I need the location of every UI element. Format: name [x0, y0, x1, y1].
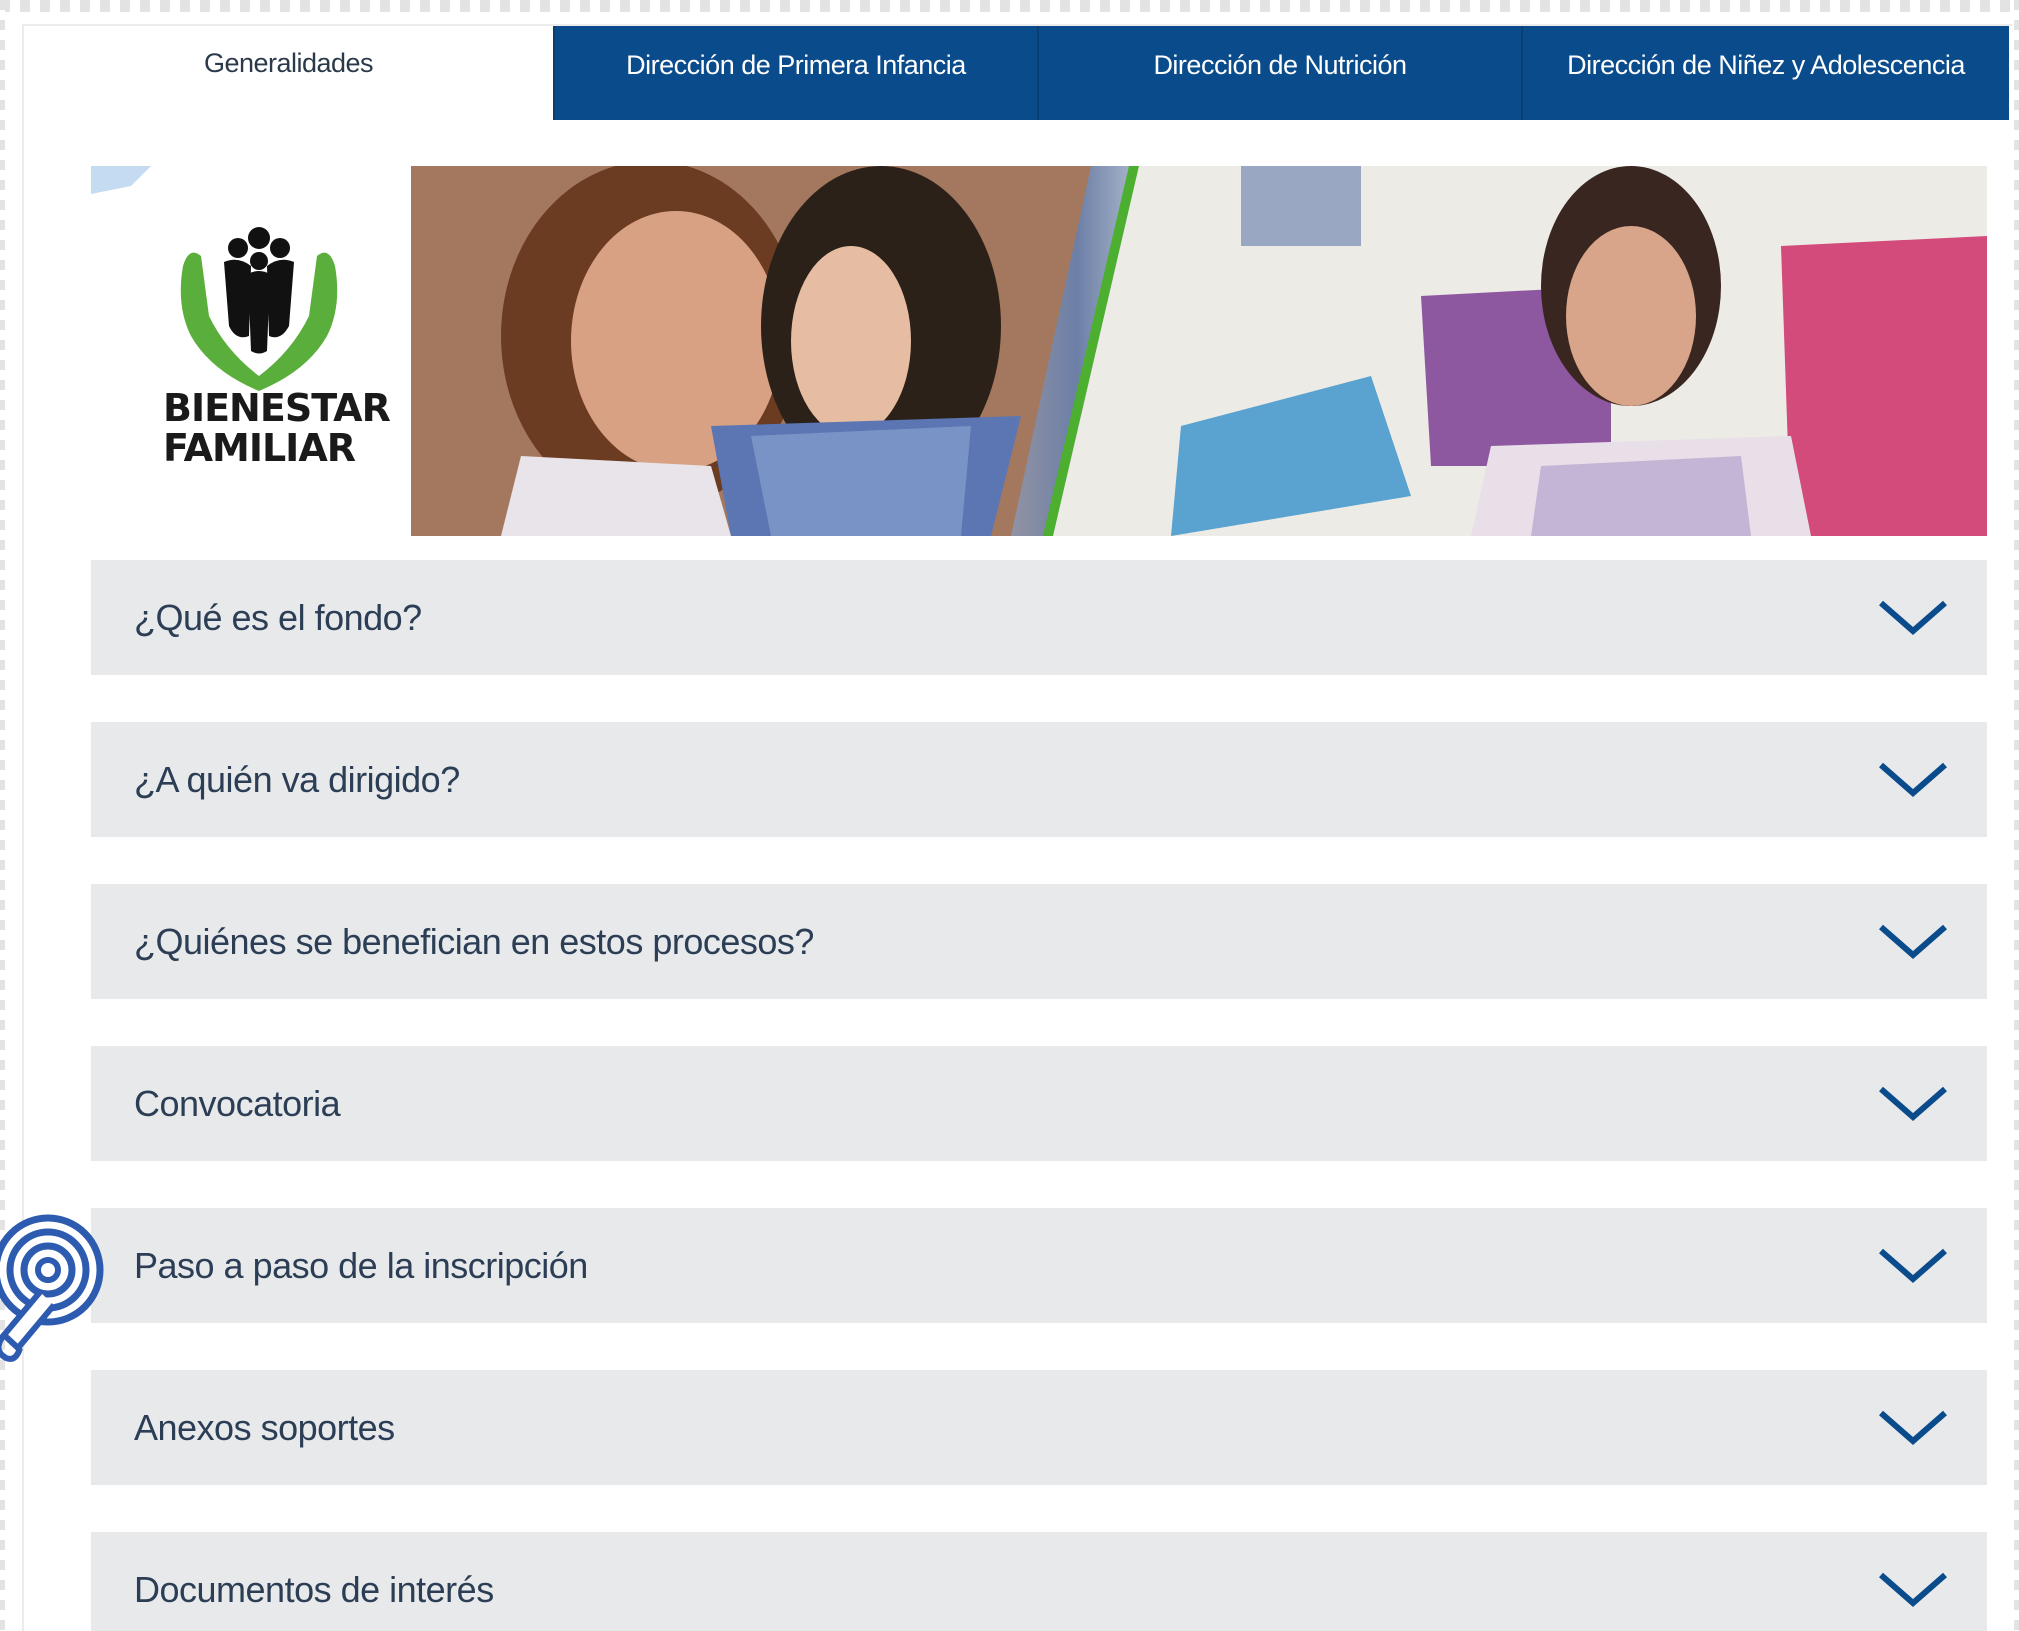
accordion-item-label: Documentos de interés — [134, 1569, 494, 1610]
chevron-down-icon — [1879, 1248, 1947, 1283]
accordion-item-convocatoria[interactable]: Convocatoria — [91, 1046, 1987, 1161]
chevron-down-icon — [1879, 1410, 1947, 1445]
hearing-assist-icon[interactable] — [0, 1200, 110, 1380]
accordion-item-label: ¿A quién va dirigido? — [134, 759, 460, 800]
page-left-border — [0, 0, 5, 1631]
page-top-border — [0, 0, 2019, 12]
accordion-item-quienes-se-benefician[interactable]: ¿Quiénes se benefician en estos procesos… — [91, 884, 1987, 999]
chevron-down-icon — [1879, 924, 1947, 959]
tab-label: Dirección de Nutrición — [1153, 50, 1407, 80]
logo-wordmark: BIENESTAR FAMILIAR — [163, 386, 391, 470]
logo-line-1: BIENESTAR — [163, 386, 391, 430]
accordion-item-label: Anexos soportes — [134, 1407, 395, 1448]
tab-label: Dirección de Niñez y Adolescencia — [1567, 50, 1965, 80]
chevron-down-icon — [1879, 1572, 1947, 1607]
tab-label: Dirección de Primera Infancia — [626, 50, 966, 80]
accordion-item-documentos-de-interes[interactable]: Documentos de interés — [91, 1532, 1987, 1631]
chevron-down-icon — [1879, 1086, 1947, 1121]
logo-line-2: FAMILIAR — [163, 426, 356, 470]
accordion-item-label: Convocatoria — [134, 1083, 341, 1124]
chevron-down-icon — [1879, 762, 1947, 797]
accordion-item-que-es-el-fondo[interactable]: ¿Qué es el fondo? — [91, 560, 1987, 675]
accordion-item-label: Paso a paso de la inscripción — [134, 1245, 588, 1286]
bienestar-familiar-logo: BIENESTAR FAMILIAR — [91, 166, 411, 536]
page-right-border — [2014, 0, 2019, 1631]
banner-image: BIENESTAR FAMILIAR — [91, 166, 1987, 536]
tab-ninez-adolescencia[interactable]: Dirección de Niñez y Adolescencia — [1521, 26, 2009, 120]
accordion-item-paso-a-paso[interactable]: Paso a paso de la inscripción — [91, 1208, 1987, 1323]
tab-label: Generalidades — [203, 48, 374, 78]
accordion-item-label: ¿Qué es el fondo? — [134, 597, 422, 638]
chevron-down-icon — [1879, 600, 1947, 635]
accordion-item-label: ¿Quiénes se benefician en estos procesos… — [134, 921, 814, 962]
tab-nutricion[interactable]: Dirección de Nutrición — [1037, 26, 1521, 120]
accordion-item-a-quien-va-dirigido[interactable]: ¿A quién va dirigido? — [91, 722, 1987, 837]
section-tabs: Generalidades Dirección de Primera Infan… — [24, 26, 2009, 120]
family-hands-logo-icon — [91, 166, 338, 391]
faq-accordion: ¿Qué es el fondo? ¿A quién va dirigido? … — [91, 560, 1987, 1631]
tab-primera-infancia[interactable]: Dirección de Primera Infancia — [553, 26, 1037, 120]
accordion-item-anexos-soportes[interactable]: Anexos soportes — [91, 1370, 1987, 1485]
tab-generalidades[interactable]: Generalidades — [24, 26, 553, 120]
